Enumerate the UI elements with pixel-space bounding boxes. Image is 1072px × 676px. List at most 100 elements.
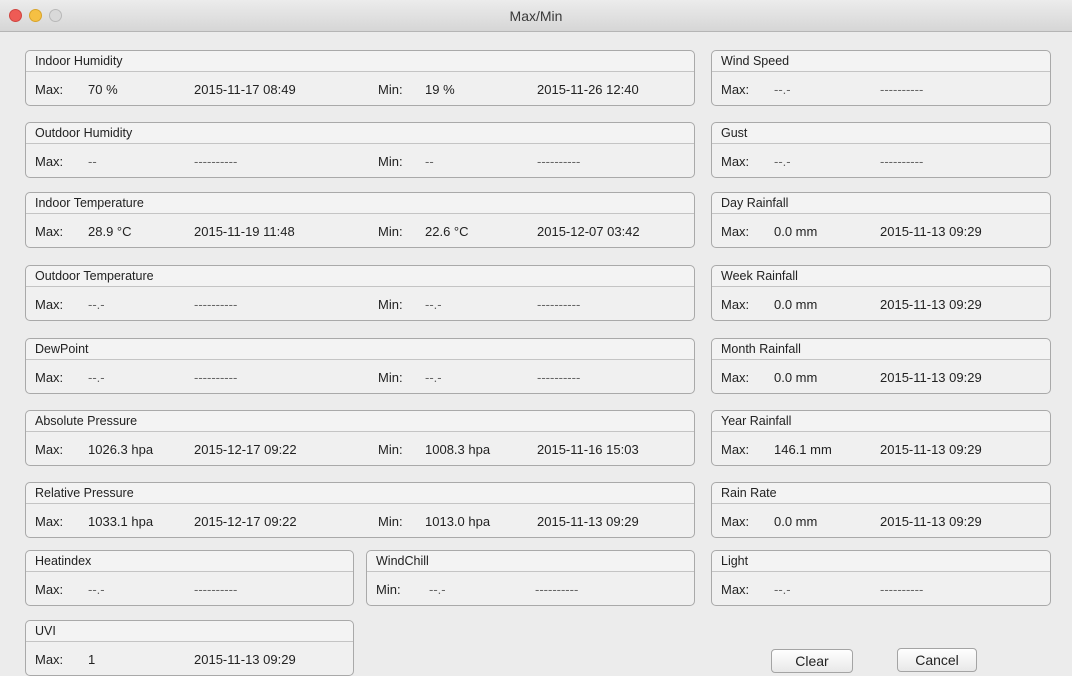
- max-time: 2015-11-19 11:48: [194, 224, 295, 239]
- min-time: ----------: [535, 582, 579, 597]
- max-time: 2015-11-13 09:29: [880, 514, 982, 529]
- min-time: ----------: [537, 370, 581, 385]
- max-value: 1033.1 hpa: [88, 514, 154, 529]
- min-label: Min:: [378, 297, 403, 312]
- min-label: Min:: [378, 154, 403, 169]
- max-label: Max:: [35, 297, 64, 312]
- max-value: 0.0 mm: [774, 297, 818, 312]
- min-label: Min:: [378, 514, 403, 529]
- max-time: 2015-11-13 09:29: [880, 224, 982, 239]
- max-label: Max:: [35, 224, 64, 239]
- title-bar[interactable]: Max/Min: [0, 0, 1072, 32]
- indoor-humidity-panel: Indoor Humidity Max: 70 % 2015-11-17 08:…: [25, 50, 695, 106]
- max-time: ----------: [194, 370, 238, 385]
- max-value: 28.9 °C: [88, 224, 132, 239]
- panel-title: Outdoor Temperature: [26, 266, 694, 287]
- min-value: 1013.0 hpa: [425, 514, 491, 529]
- min-label: Min:: [376, 582, 401, 597]
- max-value: 0.0 mm: [774, 514, 818, 529]
- outdoor-temperature-panel: Outdoor Temperature Max: --.- ----------…: [25, 265, 695, 321]
- relative-pressure-panel: Relative Pressure Max: 1033.1 hpa 2015-1…: [25, 482, 695, 538]
- max-label: Max:: [35, 154, 64, 169]
- max-time: ----------: [880, 582, 924, 597]
- max-label: Max:: [721, 370, 750, 385]
- panel-title: Absolute Pressure: [26, 411, 694, 432]
- panel-title: Outdoor Humidity: [26, 123, 694, 144]
- year-rainfall-panel: Year Rainfall Max: 146.1 mm 2015-11-13 0…: [711, 410, 1051, 466]
- wind-speed-panel: Wind Speed Max: --.- ----------: [711, 50, 1051, 106]
- max-label: Max:: [721, 442, 750, 457]
- min-time: ----------: [537, 297, 581, 312]
- max-time: ----------: [194, 154, 238, 169]
- panel-title: Wind Speed: [712, 51, 1050, 72]
- day-rainfall-panel: Day Rainfall Max: 0.0 mm 2015-11-13 09:2…: [711, 192, 1051, 248]
- max-label: Max:: [721, 297, 750, 312]
- min-value: --: [425, 154, 434, 169]
- week-rainfall-panel: Week Rainfall Max: 0.0 mm 2015-11-13 09:…: [711, 265, 1051, 321]
- max-time: 2015-11-13 09:29: [194, 652, 296, 667]
- min-value: 19 %: [425, 82, 455, 97]
- min-time: 2015-11-16 15:03: [537, 442, 639, 457]
- max-value: 1026.3 hpa: [88, 442, 154, 457]
- max-label: Max:: [35, 652, 64, 667]
- light-panel: Light Max: --.- ----------: [711, 550, 1051, 606]
- max-value: --.-: [774, 582, 791, 597]
- max-value: 1: [88, 652, 96, 667]
- max-time: 2015-11-13 09:29: [880, 297, 982, 312]
- max-label: Max:: [721, 154, 750, 169]
- min-label: Min:: [378, 442, 403, 457]
- min-time: 2015-12-07 03:42: [537, 224, 640, 239]
- absolute-pressure-panel: Absolute Pressure Max: 1026.3 hpa 2015-1…: [25, 410, 695, 466]
- rain-rate-panel: Rain Rate Max: 0.0 mm 2015-11-13 09:29: [711, 482, 1051, 538]
- max-time: ----------: [194, 297, 238, 312]
- cancel-button[interactable]: Cancel: [897, 648, 977, 672]
- min-value: 22.6 °C: [425, 224, 469, 239]
- max-value: --.-: [88, 370, 105, 385]
- uvi-panel: UVI Max: 1 2015-11-13 09:29: [25, 620, 354, 676]
- dewpoint-panel: DewPoint Max: --.- ---------- Min: --.- …: [25, 338, 695, 394]
- max-value: 146.1 mm: [774, 442, 832, 457]
- panel-title: Day Rainfall: [712, 193, 1050, 214]
- max-label: Max:: [35, 82, 64, 97]
- min-label: Min:: [378, 82, 403, 97]
- windchill-panel: WindChill Min: --.- ----------: [366, 550, 695, 606]
- max-time: ----------: [880, 82, 924, 97]
- panel-title: Indoor Temperature: [26, 193, 694, 214]
- min-value: --.-: [425, 297, 442, 312]
- max-value: --.-: [88, 297, 105, 312]
- min-time: ----------: [537, 154, 581, 169]
- max-value: --.-: [774, 82, 791, 97]
- max-value: 0.0 mm: [774, 224, 818, 239]
- min-time: 2015-11-13 09:29: [537, 514, 639, 529]
- max-value: --.-: [88, 582, 105, 597]
- window-title: Max/Min: [509, 8, 563, 24]
- panel-title: Heatindex: [26, 551, 353, 572]
- min-value: 1008.3 hpa: [425, 442, 491, 457]
- max-time: 2015-11-13 09:29: [880, 442, 982, 457]
- clear-button[interactable]: Clear: [771, 649, 853, 673]
- max-min-window: Max/Min Indoor Humidity Max: 70 % 2015-1…: [0, 0, 1072, 676]
- max-value: 70 %: [88, 82, 118, 97]
- heatindex-panel: Heatindex Max: --.- ----------: [25, 550, 354, 606]
- panel-title: Indoor Humidity: [26, 51, 694, 72]
- panel-title: Week Rainfall: [712, 266, 1050, 287]
- outdoor-humidity-panel: Outdoor Humidity Max: -- ---------- Min:…: [25, 122, 695, 178]
- max-label: Max:: [35, 582, 64, 597]
- max-label: Max:: [721, 514, 750, 529]
- panel-title: Year Rainfall: [712, 411, 1050, 432]
- max-value: --.-: [774, 154, 791, 169]
- max-value: 0.0 mm: [774, 370, 818, 385]
- panel-title: Month Rainfall: [712, 339, 1050, 360]
- max-time: 2015-12-17 09:22: [194, 442, 297, 457]
- max-label: Max:: [721, 224, 750, 239]
- max-label: Max:: [35, 442, 64, 457]
- panel-title: WindChill: [367, 551, 694, 572]
- min-label: Min:: [378, 224, 403, 239]
- max-value: --: [88, 154, 97, 169]
- min-time: 2015-11-26 12:40: [537, 82, 639, 97]
- max-time: 2015-11-13 09:29: [880, 370, 982, 385]
- panel-title: Light: [712, 551, 1050, 572]
- max-label: Max:: [35, 370, 64, 385]
- max-label: Max:: [721, 582, 750, 597]
- panel-title: UVI: [26, 621, 353, 642]
